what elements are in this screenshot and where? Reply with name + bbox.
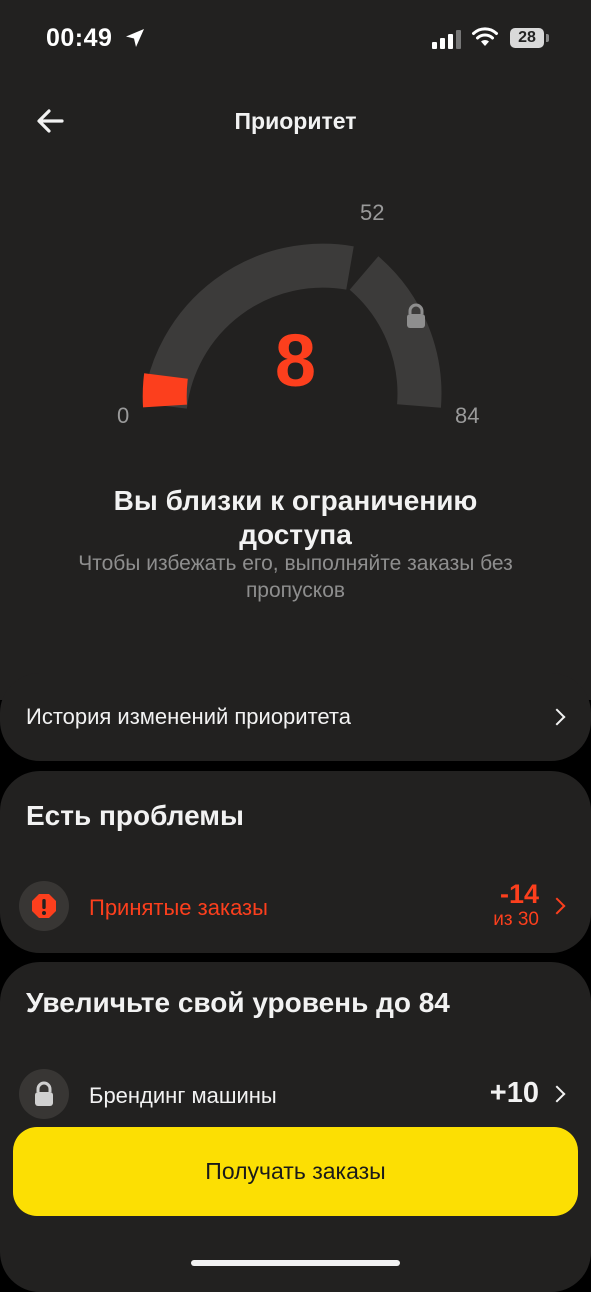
car-branding-label: Брендинг машины (89, 1083, 277, 1108)
chevron-right-icon (548, 708, 566, 726)
upgrade-title: Увеличьте свой уровень до 84 (26, 987, 450, 1018)
priority-value: 8 (274, 319, 317, 402)
priority-history-label: История изменений приоритета (26, 704, 351, 729)
warning-icon (19, 881, 69, 931)
car-branding-row[interactable]: Брендинг машины +10 (0, 1063, 591, 1123)
accepted-orders-label: Принятые заказы (89, 895, 268, 920)
cellular-signal-icon (432, 30, 461, 49)
problems-title: Есть проблемы (26, 800, 244, 831)
gauge-min-label: 0 (117, 403, 130, 428)
gauge-mid-label: 52 (360, 200, 385, 225)
location-arrow-icon (126, 29, 144, 47)
warning-subtext: Чтобы избежать его, выполняйте заказы бе… (78, 552, 513, 602)
warning-headline: Вы близки к ограничению доступа (113, 485, 478, 550)
status-time: 00:49 (46, 24, 113, 52)
chevron-right-icon (548, 1085, 566, 1103)
car-branding-value: +10 (489, 1077, 539, 1109)
page-title: Приоритет (234, 108, 357, 134)
accepted-orders-row[interactable]: Принятые заказы -14 из 30 (0, 875, 591, 935)
accepted-orders-delta: -14 (499, 879, 539, 909)
lock-icon (19, 1069, 69, 1119)
wifi-icon (472, 27, 498, 46)
priority-history-link[interactable]: История изменений приоритета (0, 673, 591, 761)
home-indicator (191, 1260, 400, 1266)
accepted-orders-value: -14 из 30 (493, 879, 539, 931)
gauge-max-label: 84 (455, 403, 480, 428)
battery-indicator: 28 (510, 28, 549, 48)
chevron-right-icon (548, 897, 566, 915)
problems-card: Есть проблемы Принятые заказы -14 из 30 (0, 771, 591, 953)
accepted-orders-total: из 30 (493, 909, 539, 930)
get-orders-button[interactable]: Получать заказы (13, 1127, 578, 1216)
